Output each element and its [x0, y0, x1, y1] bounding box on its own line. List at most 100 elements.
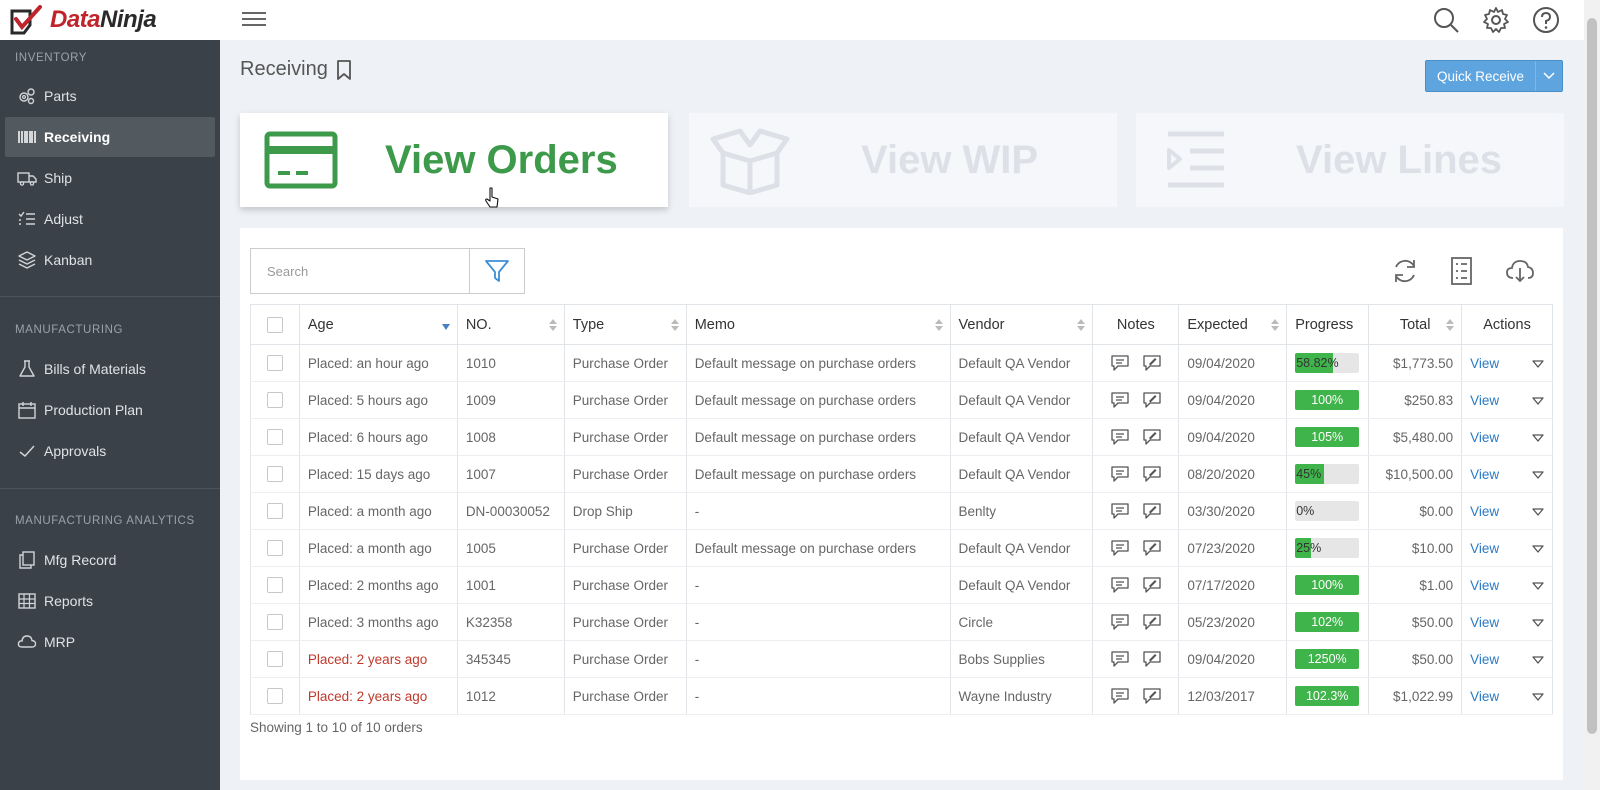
column-header-age[interactable]: Age: [298, 304, 458, 345]
card-view-orders[interactable]: View Orders: [240, 113, 668, 208]
column-header-vendor[interactable]: Vendor: [949, 304, 1094, 345]
comment-icon[interactable]: [1111, 355, 1129, 371]
comment-icon[interactable]: [1111, 577, 1129, 593]
row-checkbox[interactable]: [266, 503, 283, 520]
caret-down-icon[interactable]: [1532, 507, 1544, 517]
sidebar-item-bills-of-materials[interactable]: Bills of Materials: [5, 349, 215, 389]
view-order-link[interactable]: View: [1470, 652, 1499, 667]
sidebar-item-mrp[interactable]: MRP: [5, 622, 215, 662]
table-row[interactable]: Placed: an hour ago 1010 Purchase Order …: [250, 344, 1553, 382]
datanninja-logo[interactable]: DataNinja: [10, 4, 157, 36]
bookmark-icon[interactable]: [336, 59, 352, 81]
edit-note-icon[interactable]: [1143, 577, 1161, 593]
edit-note-icon[interactable]: [1143, 466, 1161, 482]
edit-note-icon[interactable]: [1143, 688, 1161, 704]
row-checkbox[interactable]: [266, 466, 283, 483]
edit-note-icon[interactable]: [1143, 651, 1161, 667]
caret-down-icon[interactable]: [1532, 544, 1544, 554]
row-checkbox[interactable]: [266, 577, 283, 594]
type-cell: Purchase Order: [563, 418, 687, 456]
caret-down-icon[interactable]: [1532, 618, 1544, 628]
edit-note-icon[interactable]: [1143, 429, 1161, 445]
quick-receive-button[interactable]: Quick Receive: [1425, 60, 1563, 92]
view-order-link[interactable]: View: [1470, 504, 1499, 519]
view-order-link[interactable]: View: [1470, 689, 1499, 704]
column-header-total[interactable]: Total: [1368, 304, 1463, 345]
caret-down-icon[interactable]: [1532, 581, 1544, 591]
comment-icon[interactable]: [1111, 688, 1129, 704]
column-header-expected[interactable]: Expected: [1178, 304, 1288, 345]
view-order-link[interactable]: View: [1470, 541, 1499, 556]
view-order-link[interactable]: View: [1470, 615, 1499, 630]
help-icon[interactable]: [1532, 6, 1560, 34]
table-row[interactable]: Placed: a month ago 1005 Purchase Order …: [250, 529, 1553, 567]
search-input[interactable]: Search: [250, 248, 469, 294]
refresh-icon[interactable]: [1390, 256, 1420, 286]
table-row[interactable]: Placed: 3 months ago K32358 Purchase Ord…: [250, 603, 1553, 641]
edit-note-icon[interactable]: [1143, 355, 1161, 371]
table-row[interactable]: Placed: 2 months ago 1001 Purchase Order…: [250, 566, 1553, 604]
edit-note-icon[interactable]: [1143, 540, 1161, 556]
row-checkbox[interactable]: [266, 392, 283, 409]
row-checkbox[interactable]: [266, 429, 283, 446]
sidebar-item-approvals[interactable]: Approvals: [5, 431, 215, 471]
sidebar-item-adjust[interactable]: Adjust: [5, 199, 215, 239]
page-scrollbar-thumb[interactable]: [1587, 18, 1597, 734]
quick-receive-label[interactable]: Quick Receive: [1426, 61, 1536, 91]
sidebar-item-mfg-record[interactable]: Mfg Record: [5, 540, 215, 580]
comment-icon[interactable]: [1111, 392, 1129, 408]
table-row[interactable]: Placed: a month ago DN-00030052 Drop Shi…: [250, 492, 1553, 530]
sidebar-item-kanban[interactable]: Kanban: [5, 240, 215, 280]
column-header-memo[interactable]: Memo: [685, 304, 951, 345]
edit-note-icon[interactable]: [1143, 392, 1161, 408]
view-order-link[interactable]: View: [1470, 393, 1499, 408]
column-header-no[interactable]: NO.: [456, 304, 565, 345]
expected-date-cell: 07/17/2020: [1178, 566, 1288, 604]
sidebar-item-ship[interactable]: Ship: [5, 158, 215, 198]
view-order-link[interactable]: View: [1470, 467, 1499, 482]
card-view-wip[interactable]: View WIP: [689, 113, 1117, 207]
caret-down-icon[interactable]: [1532, 396, 1544, 406]
row-checkbox[interactable]: [266, 355, 283, 372]
select-all-checkbox[interactable]: [266, 316, 283, 333]
table-row[interactable]: Placed: 2 years ago 345345 Purchase Orde…: [250, 640, 1553, 678]
comment-icon[interactable]: [1111, 614, 1129, 630]
edit-note-icon[interactable]: [1143, 614, 1161, 630]
comment-icon[interactable]: [1111, 503, 1129, 519]
edit-note-icon[interactable]: [1143, 503, 1161, 519]
sidebar-item-receiving[interactable]: Receiving: [5, 117, 215, 157]
row-checkbox[interactable]: [266, 614, 283, 631]
cloud-download-icon[interactable]: [1505, 256, 1535, 286]
column-list-icon[interactable]: [1446, 256, 1476, 286]
comment-icon[interactable]: [1111, 651, 1129, 667]
card-view-lines[interactable]: View Lines: [1136, 113, 1564, 207]
caret-down-icon[interactable]: [1532, 692, 1544, 702]
sidebar-item-parts[interactable]: Parts: [5, 76, 215, 116]
table-row[interactable]: Placed: 6 hours ago 1008 Purchase Order …: [250, 418, 1553, 456]
table-row[interactable]: Placed: 15 days ago 1007 Purchase Order …: [250, 455, 1553, 493]
comment-icon[interactable]: [1111, 540, 1129, 556]
gear-icon[interactable]: [1482, 6, 1510, 34]
caret-down-icon[interactable]: [1532, 359, 1544, 369]
expected-date-cell: 09/04/2020: [1178, 381, 1288, 419]
comment-icon[interactable]: [1111, 466, 1129, 482]
table-row[interactable]: Placed: 2 years ago 1012 Purchase Order …: [250, 677, 1553, 715]
filter-button[interactable]: [469, 248, 525, 294]
sidebar-item-reports[interactable]: Reports: [5, 581, 215, 621]
table-row[interactable]: Placed: 5 hours ago 1009 Purchase Order …: [250, 381, 1553, 419]
chevron-down-icon[interactable]: [1536, 61, 1562, 91]
view-order-link[interactable]: View: [1470, 578, 1499, 593]
comment-icon[interactable]: [1111, 429, 1129, 445]
row-checkbox[interactable]: [266, 688, 283, 705]
row-checkbox[interactable]: [266, 651, 283, 668]
column-header-type[interactable]: Type: [563, 304, 687, 345]
view-order-link[interactable]: View: [1470, 430, 1499, 445]
caret-down-icon[interactable]: [1532, 433, 1544, 443]
caret-down-icon[interactable]: [1532, 470, 1544, 480]
caret-down-icon[interactable]: [1532, 655, 1544, 665]
row-checkbox[interactable]: [266, 540, 283, 557]
menu-toggle-button[interactable]: [242, 8, 266, 30]
view-order-link[interactable]: View: [1470, 356, 1499, 371]
search-icon[interactable]: [1432, 6, 1460, 34]
sidebar-item-production-plan[interactable]: Production Plan: [5, 390, 215, 430]
